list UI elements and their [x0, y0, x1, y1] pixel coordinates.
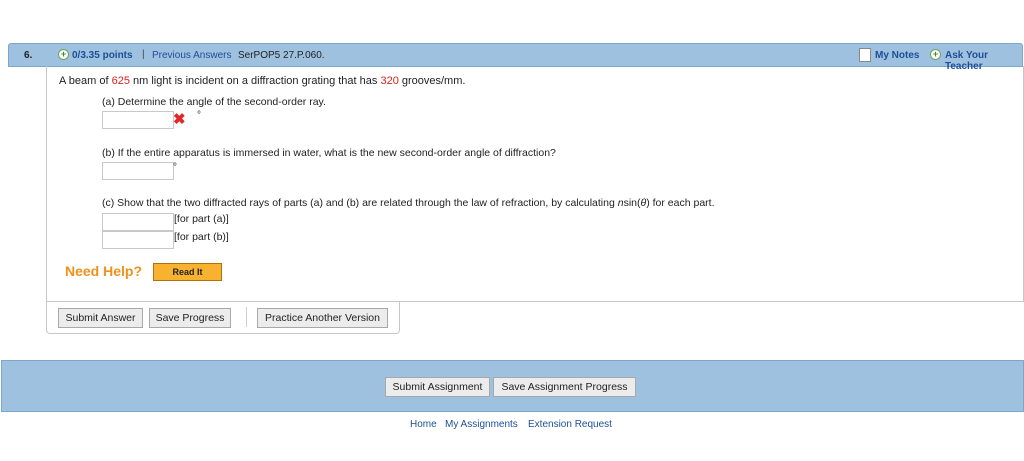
header-separator: | — [142, 49, 145, 60]
part-c-b-label: [for part (b)] — [174, 231, 229, 243]
question-number: 6. — [24, 50, 33, 61]
question-header: 6. + 0/3.35 points | Previous Answers Se… — [8, 43, 1023, 72]
question-code: SerPOP5 27.P.060. — [238, 50, 325, 61]
part-c-text-segment: (c) Show that the two diffracted rays of… — [102, 197, 618, 209]
part-c-b-answer-input[interactable] — [102, 231, 174, 249]
my-assignments-link[interactable]: My Assignments — [445, 419, 518, 430]
need-help-label: Need Help? — [65, 263, 143, 279]
part-b-text: (b) If the entire apparatus is immersed … — [102, 147, 556, 159]
part-a-unit: ° — [197, 110, 201, 121]
submit-assignment-button[interactable]: Submit Assignment — [385, 377, 490, 397]
problem-text: grooves/mm. — [398, 75, 466, 87]
points-link[interactable]: 0/3.35 points — [72, 50, 133, 61]
submit-answer-button[interactable]: Submit Answer — [58, 308, 143, 328]
part-c-a-label: [for part (a)] — [174, 213, 229, 225]
wavelength-value: 625 — [111, 75, 130, 87]
read-it-button[interactable]: Read It — [153, 263, 222, 281]
part-c-text: (c) Show that the two diffracted rays of… — [102, 197, 714, 209]
extension-request-link[interactable]: Extension Request — [528, 419, 612, 430]
incorrect-x-icon: ✖ — [173, 111, 186, 128]
part-a-text: (a) Determine the angle of the second-or… — [102, 96, 326, 108]
home-link[interactable]: Home — [410, 419, 437, 430]
notes-icon[interactable] — [859, 48, 871, 62]
problem-text: A beam of — [59, 75, 112, 87]
grooves-value: 320 — [380, 75, 399, 87]
problem-statement: A beam of 625 nm light is incident on a … — [59, 75, 465, 87]
my-notes-link[interactable]: My Notes — [875, 50, 919, 61]
button-divider — [246, 307, 247, 327]
save-progress-button[interactable]: Save Progress — [149, 308, 231, 328]
part-c-text-segment: sin( — [623, 197, 641, 209]
ask-teacher-plus-icon[interactable]: + — [930, 49, 941, 60]
problem-text: nm light is incident on a diffraction gr… — [129, 75, 381, 87]
part-a-answer-input[interactable] — [102, 111, 174, 129]
part-c-text-segment: ) for each part. — [646, 197, 715, 209]
part-b-answer-input[interactable] — [102, 162, 174, 180]
previous-answers-link[interactable]: Previous Answers — [152, 50, 231, 61]
part-b-unit: ° — [173, 162, 177, 173]
points-plus-icon[interactable]: + — [58, 49, 69, 60]
practice-another-version-button[interactable]: Practice Another Version — [257, 308, 388, 328]
save-assignment-progress-button[interactable]: Save Assignment Progress — [493, 377, 636, 397]
part-c-a-answer-input[interactable] — [102, 213, 174, 231]
